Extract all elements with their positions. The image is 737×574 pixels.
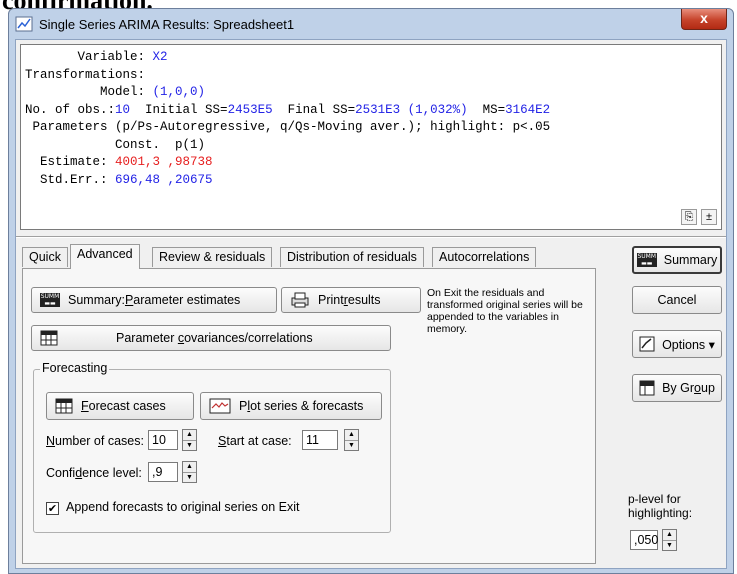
dialog-client: Variable: X2 Transformations: Model: (1,… (15, 39, 727, 569)
close-button[interactable]: x (681, 9, 727, 30)
summary-icon: SUMM ▬▬ (636, 253, 657, 267)
printer-icon (291, 292, 309, 308)
plot-series-forecasts-button[interactable]: Pl ot series & forecasts (200, 392, 382, 420)
window-title: Single Series ARIMA Results: Spreadsheet… (39, 17, 295, 32)
advanced-panel: SUMM ▬▬ Summary: Parameter estimates Pri… (22, 268, 596, 564)
parameter-covariances-button[interactable]: Parameter covariances/correlations (31, 325, 391, 351)
chart-icon (15, 16, 33, 32)
p-level-spinner[interactable]: ▲ ▼ (662, 529, 677, 551)
cancel-button[interactable]: Cancel (632, 286, 722, 314)
start-at-case-label: Start at case: (218, 434, 292, 448)
arima-results-window: Single Series ARIMA Results: Spreadsheet… (8, 8, 734, 574)
title-bar[interactable]: Single Series ARIMA Results: Spreadsheet… (9, 9, 733, 39)
number-of-cases-spinner[interactable]: ▲ ▼ (182, 429, 197, 451)
print-results-button[interactable]: Print r esults (281, 287, 421, 313)
number-of-cases-label: Number of cases: (46, 434, 144, 448)
results-panel[interactable]: Variable: X2 Transformations: Model: (1,… (20, 44, 722, 230)
options-button[interactable]: Options ▾ (632, 330, 722, 358)
tab-advanced[interactable]: Advanced (70, 244, 140, 269)
by-group-button[interactable]: By Gr o up (632, 374, 722, 402)
start-at-case-input[interactable]: 11 (302, 430, 338, 450)
p-level-input[interactable]: ,050 (630, 530, 658, 550)
summary-button[interactable]: SUMM ▬▬ Summary (632, 246, 722, 274)
confidence-level-label: Confidence level: (46, 466, 142, 480)
confidence-level-input[interactable]: ,9 (148, 462, 178, 482)
forecast-cases-button[interactable]: Forecast cases (46, 392, 194, 420)
append-forecasts-label: Append forecasts to original series on E… (66, 500, 300, 514)
forecasting-group: Forecasting Forecast cases Plot series &… (33, 361, 391, 533)
confidence-level-spinner[interactable]: ▲ ▼ (182, 461, 197, 483)
matrix-icon (40, 330, 58, 346)
summary-icon: SUMM ▬▬ (40, 293, 60, 307)
number-of-cases-input[interactable]: 10 (148, 430, 178, 450)
append-forecasts-checkbox[interactable]: ✔ (46, 502, 59, 515)
exit-note: On Exit the residuals and transformed or… (427, 287, 583, 335)
start-at-case-spinner[interactable]: ▲ ▼ (344, 429, 359, 451)
tab-review-residuals[interactable]: Review & residuals (152, 247, 273, 267)
separator (16, 236, 726, 238)
results-text: Variable: X2 Transformations: Model: (1,… (25, 50, 551, 187)
tab-distribution-residuals[interactable]: Distribution of residuals (280, 247, 424, 267)
summary-parameter-estimates-button[interactable]: SUMM ▬▬ Summary: Parameter estimates (31, 287, 277, 313)
p-level-label: p-level for highlighting: (628, 492, 693, 520)
copy-icon[interactable]: ⎘ (681, 209, 697, 225)
tab-autocorrelations[interactable]: Autocorrelations (432, 247, 537, 267)
options-icon (639, 336, 655, 352)
plot-icon (209, 398, 231, 414)
grid-icon (55, 398, 73, 414)
forecasting-title: Forecasting (40, 361, 110, 375)
by-group-icon (639, 380, 655, 396)
expand-button[interactable]: ± (701, 209, 717, 225)
tab-quick[interactable]: Quick (22, 247, 68, 267)
